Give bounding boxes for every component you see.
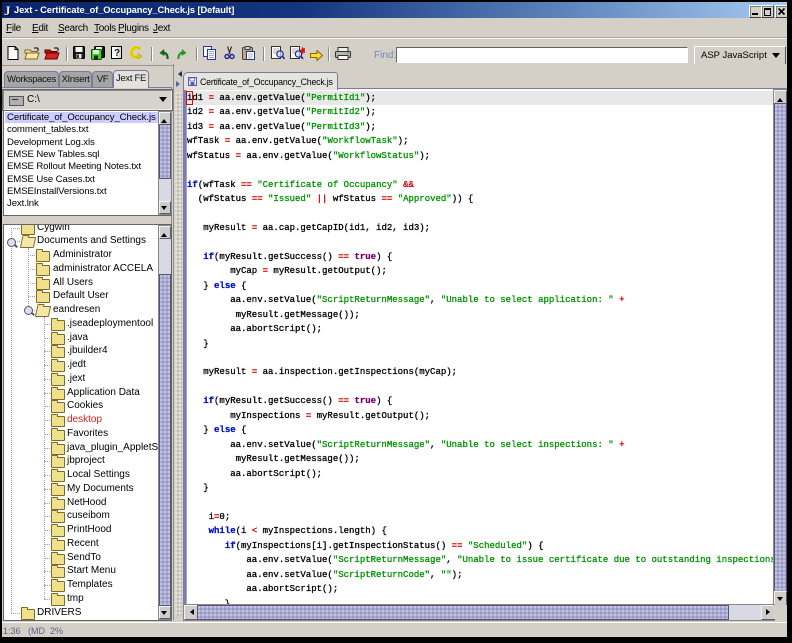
svg-text:?: ? [114, 48, 120, 59]
